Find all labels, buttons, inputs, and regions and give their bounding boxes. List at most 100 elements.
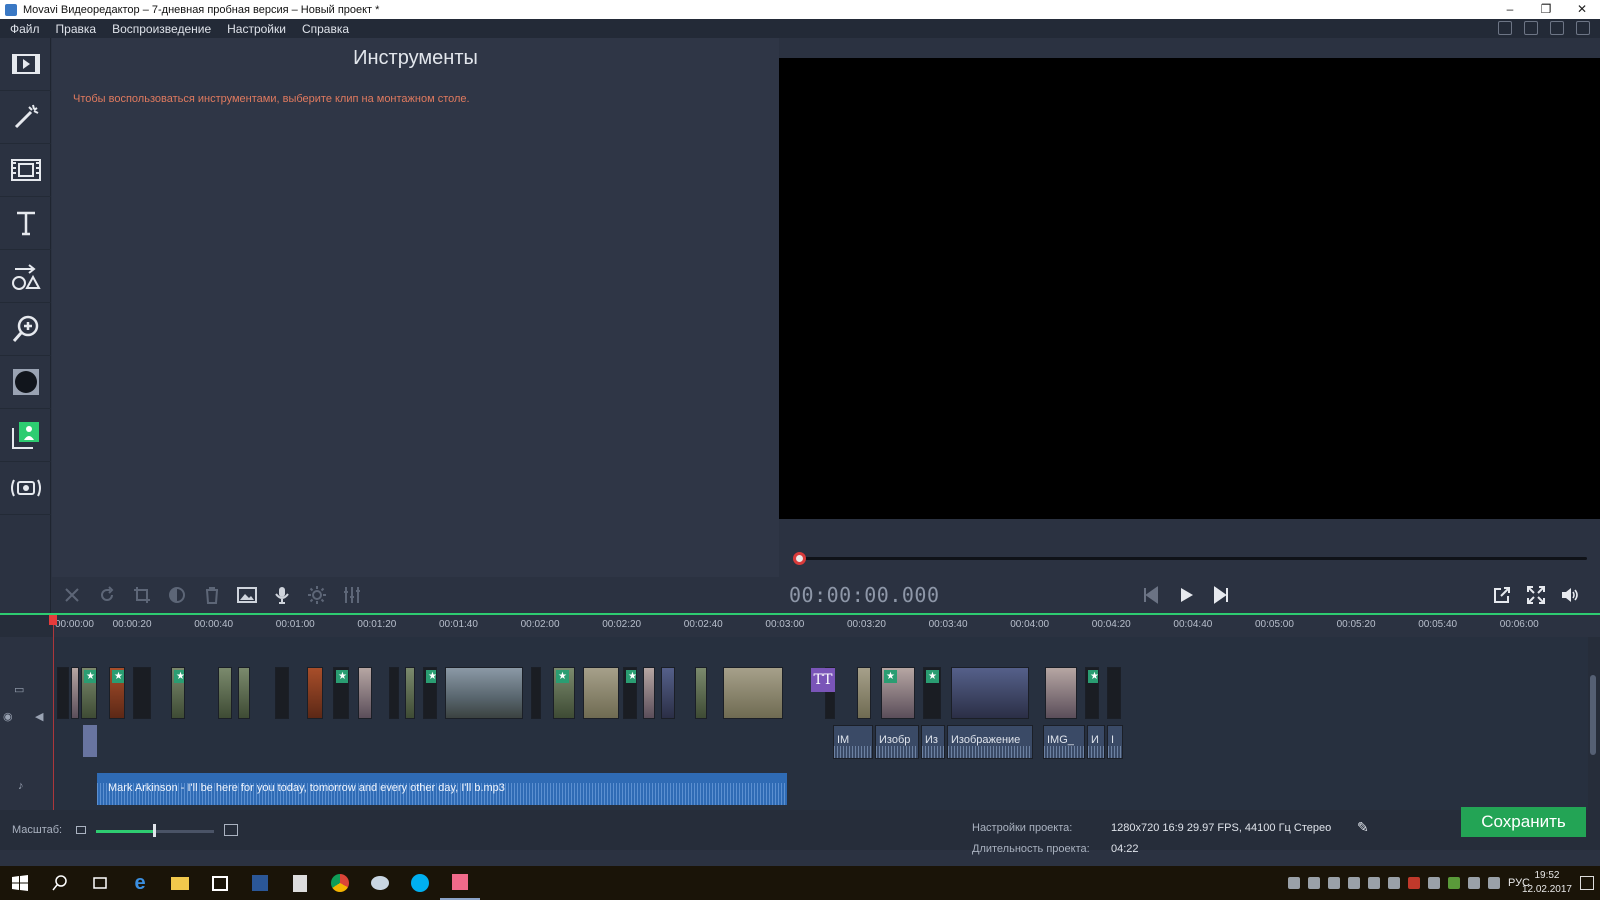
video-clip[interactable] bbox=[857, 667, 871, 719]
store-icon[interactable] bbox=[1498, 21, 1512, 35]
playhead[interactable] bbox=[53, 615, 54, 810]
audio-clip[interactable]: Mark Arkinson - I'll be here for you tod… bbox=[97, 773, 787, 805]
movavi-button[interactable] bbox=[440, 866, 480, 900]
equalizer-button[interactable] bbox=[338, 581, 366, 609]
cut-button[interactable] bbox=[58, 581, 86, 609]
magic-enhance-button[interactable] bbox=[0, 91, 51, 144]
clock[interactable]: 19:52 12.02.2017 bbox=[1522, 869, 1572, 897]
previous-button[interactable] bbox=[1136, 581, 1166, 609]
seek-bar[interactable] bbox=[797, 557, 1587, 560]
tray-tool-icon[interactable] bbox=[1367, 877, 1380, 889]
visibility-eye-icon[interactable]: ◉ bbox=[3, 710, 13, 723]
minimize-icon[interactable]: – bbox=[1492, 0, 1528, 19]
image-clip[interactable]: IM bbox=[833, 725, 873, 759]
menu-playback[interactable]: Воспроизведение bbox=[104, 22, 219, 36]
video-clip[interactable] bbox=[695, 667, 707, 719]
tray-usb-icon[interactable] bbox=[1307, 877, 1320, 889]
tray-note-icon[interactable] bbox=[1387, 877, 1400, 889]
video-clip[interactable] bbox=[1045, 667, 1077, 719]
video-clip[interactable]: ★ bbox=[109, 667, 125, 719]
settings-button[interactable] bbox=[303, 581, 331, 609]
track-area[interactable]: ★ ★ ★ ★ ★ ★ ★ ★ ★ ★ TT IM Изобр Из Изобр… bbox=[53, 637, 1588, 810]
share-icon[interactable] bbox=[1524, 21, 1538, 35]
video-clip[interactable] bbox=[275, 667, 289, 719]
image-clip[interactable]: IMG_ bbox=[1043, 725, 1085, 759]
next-button[interactable] bbox=[1206, 581, 1236, 609]
video-clip[interactable] bbox=[389, 667, 399, 719]
tray-signal-icon[interactable] bbox=[1327, 877, 1340, 889]
video-clip[interactable] bbox=[405, 667, 415, 719]
zoom-slider-knob[interactable] bbox=[153, 824, 156, 837]
volume-button[interactable] bbox=[1555, 581, 1585, 609]
task-view-button[interactable] bbox=[80, 866, 120, 900]
feedback-icon[interactable] bbox=[1576, 21, 1590, 35]
image-clip[interactable]: Из bbox=[921, 725, 945, 759]
image-button[interactable] bbox=[233, 581, 261, 609]
mute-speaker-icon[interactable]: ◀ bbox=[35, 710, 43, 723]
fullscreen-button[interactable] bbox=[1521, 581, 1551, 609]
import-button[interactable] bbox=[0, 38, 51, 91]
zoom-out-icon[interactable] bbox=[76, 826, 86, 834]
tray-link-icon[interactable] bbox=[1347, 877, 1360, 889]
notifications-icon[interactable] bbox=[1580, 876, 1594, 890]
mic-button[interactable] bbox=[268, 581, 296, 609]
image-clip[interactable]: Изображение bbox=[947, 725, 1033, 759]
video-clip[interactable]: ★ bbox=[81, 667, 97, 719]
image-clip[interactable]: Изобр bbox=[875, 725, 919, 759]
video-clip[interactable] bbox=[358, 667, 372, 719]
video-clip[interactable]: ★ bbox=[333, 667, 349, 719]
menu-file[interactable]: Файл bbox=[0, 22, 48, 36]
play-button[interactable] bbox=[1171, 581, 1201, 609]
explorer-button[interactable] bbox=[160, 866, 200, 900]
timeline-scrollbar[interactable] bbox=[1590, 675, 1596, 755]
video-clip[interactable]: ★ bbox=[623, 667, 637, 719]
crop-button[interactable] bbox=[128, 581, 156, 609]
video-clip[interactable] bbox=[57, 667, 69, 719]
video-clip[interactable]: ★ bbox=[923, 667, 941, 719]
search-button[interactable] bbox=[40, 866, 80, 900]
record-button[interactable] bbox=[0, 462, 51, 515]
menu-settings[interactable]: Настройки bbox=[219, 22, 294, 36]
account-icon[interactable] bbox=[1550, 21, 1564, 35]
chroma-key-button[interactable] bbox=[0, 409, 51, 462]
start-button[interactable] bbox=[0, 866, 40, 900]
chrome-button[interactable] bbox=[320, 866, 360, 900]
video-clip[interactable] bbox=[531, 667, 541, 719]
menu-help[interactable]: Справка bbox=[294, 22, 357, 36]
vignette-button[interactable] bbox=[0, 356, 51, 409]
tray-wifi-icon[interactable] bbox=[1467, 877, 1480, 889]
calculator-button[interactable] bbox=[280, 866, 320, 900]
video-clip[interactable]: ★ bbox=[171, 667, 185, 719]
video-clip[interactable] bbox=[583, 667, 619, 719]
video-clip[interactable] bbox=[218, 667, 232, 719]
tray-cloud-icon[interactable] bbox=[1427, 877, 1440, 889]
zoom-pan-button[interactable] bbox=[0, 303, 51, 356]
rotate-button[interactable] bbox=[93, 581, 121, 609]
color-button[interactable] bbox=[163, 581, 191, 609]
video-clip[interactable] bbox=[951, 667, 1029, 719]
video-clip[interactable] bbox=[445, 667, 523, 719]
delete-button[interactable] bbox=[198, 581, 226, 609]
video-clip[interactable] bbox=[643, 667, 655, 719]
filters-button[interactable] bbox=[0, 144, 51, 197]
edit-settings-pencil-icon[interactable]: ✎ bbox=[1357, 819, 1369, 836]
tray-app-icon[interactable] bbox=[1287, 877, 1300, 889]
titles-button[interactable] bbox=[0, 197, 51, 250]
overlay-clip[interactable] bbox=[83, 725, 97, 757]
tray-volume-icon[interactable] bbox=[1487, 877, 1500, 889]
video-clip[interactable] bbox=[71, 667, 79, 719]
paint-button[interactable] bbox=[360, 866, 400, 900]
video-clip[interactable] bbox=[307, 667, 323, 719]
video-clip[interactable] bbox=[1107, 667, 1121, 719]
image-clip[interactable]: И bbox=[1087, 725, 1105, 759]
restore-icon[interactable]: ❐ bbox=[1528, 0, 1564, 19]
video-clip[interactable] bbox=[133, 667, 151, 719]
close-icon[interactable]: ✕ bbox=[1564, 0, 1600, 19]
title-clip[interactable]: TT bbox=[811, 668, 835, 692]
video-clip[interactable] bbox=[661, 667, 675, 719]
video-clip[interactable]: ★ bbox=[881, 667, 915, 719]
menu-edit[interactable]: Правка bbox=[48, 22, 105, 36]
tray-antivirus-icon[interactable] bbox=[1407, 877, 1420, 889]
video-clip[interactable] bbox=[238, 667, 250, 719]
word-button[interactable] bbox=[240, 866, 280, 900]
